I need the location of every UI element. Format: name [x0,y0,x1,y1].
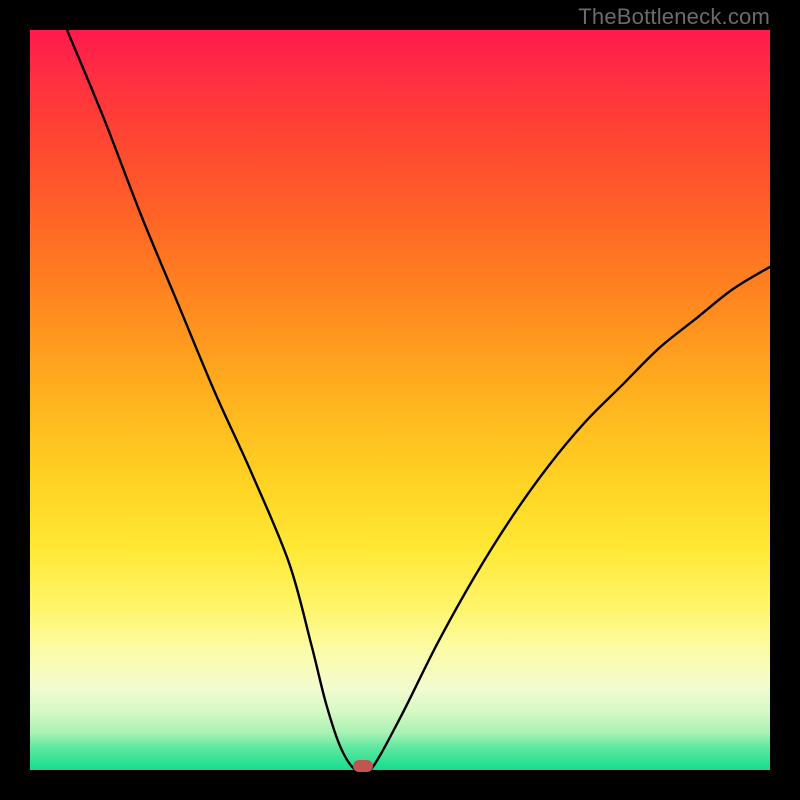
optimal-marker [353,760,373,772]
curve-svg [30,30,770,770]
watermark-text: TheBottleneck.com [578,4,770,30]
plot-area [30,30,770,770]
bottleneck-curve [67,30,770,770]
chart-frame: TheBottleneck.com [0,0,800,800]
